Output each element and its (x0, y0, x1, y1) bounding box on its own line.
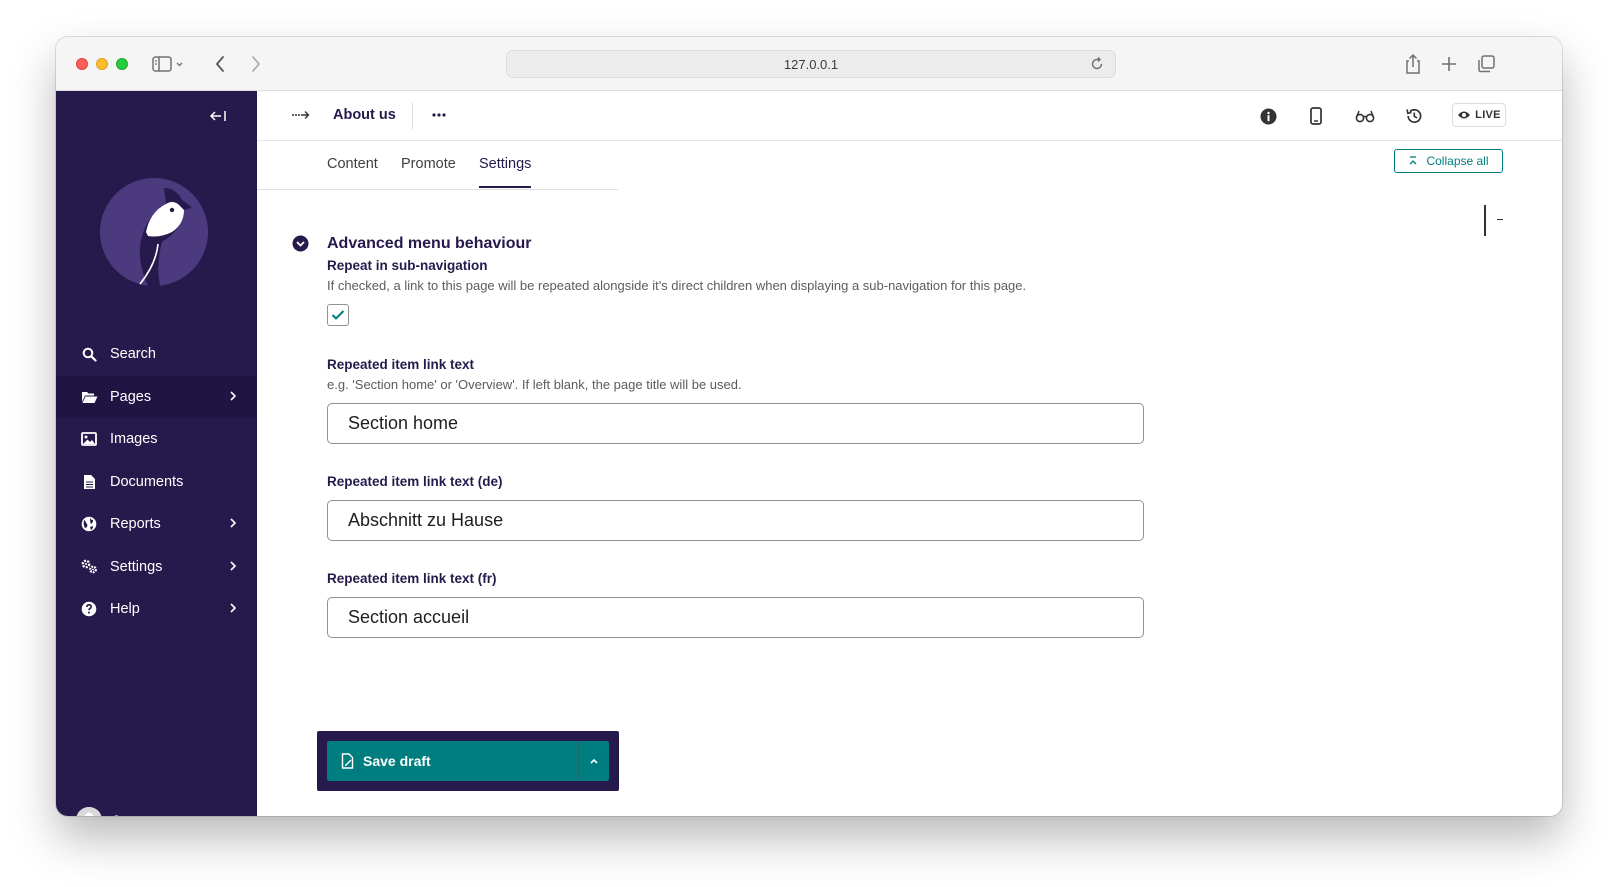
link-text-label: Repeated item link text (327, 357, 475, 372)
minimap-item[interactable] (1497, 219, 1503, 220)
live-status-badge[interactable]: LIVE (1452, 103, 1506, 127)
browser-toolbar: 127.0.0.1 (56, 37, 1562, 91)
sidebar-item-documents[interactable]: Documents (56, 461, 257, 504)
minimap-indicator[interactable] (1484, 205, 1486, 236)
url-text: 127.0.0.1 (783, 56, 839, 72)
sidebar-item-settings[interactable]: Settings (56, 546, 257, 589)
collapse-icon (1410, 156, 1417, 165)
minimize-window-button[interactable] (96, 58, 108, 70)
live-label: LIVE (1475, 109, 1501, 121)
save-draft-label: Save draft (363, 753, 431, 769)
link-text-fr-label: Repeated item link text (fr) (327, 571, 497, 586)
save-draft-button[interactable]: Save draft (327, 741, 578, 781)
close-window-button[interactable] (76, 58, 88, 70)
sidebar-item-label: Search (110, 346, 156, 363)
back-icon[interactable] (210, 51, 230, 77)
sidebar-item-reports[interactable]: Reports (56, 503, 257, 546)
browser-window: 127.0.0.1 Search Pages Images Documents … (56, 37, 1562, 816)
draft-icon (341, 753, 354, 769)
address-bar[interactable]: 127.0.0.1 (506, 50, 1116, 78)
sidebar-toggle-icon[interactable] (148, 51, 188, 77)
main-menu: Search Pages Images Documents Reports Se… (56, 333, 257, 631)
sidebar-item-search[interactable]: Search (56, 333, 257, 376)
history-icon[interactable] (1403, 105, 1425, 127)
chevron-right-icon (229, 516, 237, 534)
footer-actions: Save draft (317, 731, 619, 791)
section-collapse-toggle[interactable] (292, 235, 309, 257)
maximize-window-button[interactable] (116, 58, 128, 70)
tab-overview-icon[interactable] (1473, 51, 1499, 77)
chevron-right-icon (229, 389, 237, 407)
help-icon (80, 600, 98, 618)
eye-icon (1458, 111, 1471, 119)
sidebar-item-images[interactable]: Images (56, 418, 257, 461)
collapse-all-label: Collapse all (1426, 154, 1489, 168)
sidebar-item-pages[interactable]: Pages (56, 375, 257, 418)
globe-icon (80, 515, 98, 533)
link-text-help: e.g. 'Section home' or 'Overview'. If le… (327, 377, 742, 392)
chevron-up-icon[interactable] (218, 813, 228, 816)
collapse-sidebar-icon[interactable] (209, 109, 227, 128)
sidebar-item-help[interactable]: Help (56, 588, 257, 631)
sidebar-item-label: Settings (110, 558, 163, 575)
share-icon[interactable] (1400, 51, 1426, 77)
account-menu[interactable]: Jo (76, 807, 127, 816)
tab-content[interactable]: Content (327, 156, 378, 186)
chevron-up-icon (590, 758, 598, 764)
repeat-subnav-checkbox[interactable] (327, 304, 349, 326)
checkmark-icon (331, 310, 345, 320)
more-actions-icon[interactable] (431, 107, 447, 128)
chevron-right-icon (229, 601, 237, 619)
reload-icon[interactable] (1089, 56, 1105, 75)
link-text-input[interactable] (327, 403, 1144, 444)
sidebar-item-label: Reports (110, 516, 161, 533)
sidebar-item-label: Documents (110, 473, 184, 490)
cogs-icon (80, 558, 98, 576)
breadcrumb-toggle-icon[interactable] (291, 107, 311, 128)
accessibility-checks-icon[interactable] (1354, 105, 1376, 127)
page-title: About us (333, 107, 396, 123)
link-text-fr-input[interactable] (327, 597, 1144, 638)
mobile-preview-icon[interactable] (1305, 105, 1327, 127)
info-icon[interactable] (1257, 105, 1279, 127)
search-icon (80, 345, 98, 363)
wagtail-logo[interactable] (100, 178, 210, 293)
tab-settings[interactable]: Settings (479, 156, 532, 188)
repeat-subnav-help: If checked, a link to this page will be … (327, 278, 1027, 293)
editor-tabs: Content Promote Settings (257, 142, 618, 190)
sidebar-item-label: Help (110, 601, 140, 618)
sidebar-item-label: Pages (110, 388, 152, 405)
divider (412, 103, 413, 129)
avatar (76, 807, 102, 816)
folder-open-icon (80, 388, 98, 406)
chevron-down-circle-icon (292, 235, 309, 252)
sidebar-item-label: Images (110, 431, 158, 448)
sidebar: Search Pages Images Documents Reports Se… (56, 91, 257, 816)
link-text-de-label: Repeated item link text (de) (327, 474, 503, 489)
document-icon (80, 473, 98, 491)
user-name: Jo (112, 812, 127, 816)
page-header: About us LIVE (257, 91, 1562, 141)
link-text-de-input[interactable] (327, 500, 1144, 541)
more-save-actions-button[interactable] (579, 741, 609, 781)
forward-icon[interactable] (246, 51, 266, 77)
section-heading: Advanced menu behaviour (327, 235, 532, 252)
repeat-subnav-label: Repeat in sub-navigation (327, 258, 488, 273)
collapse-all-button[interactable]: Collapse all (1394, 149, 1503, 173)
tab-promote[interactable]: Promote (401, 156, 456, 186)
chevron-right-icon (229, 559, 237, 577)
new-tab-icon[interactable] (1436, 51, 1462, 77)
image-icon (80, 430, 98, 448)
